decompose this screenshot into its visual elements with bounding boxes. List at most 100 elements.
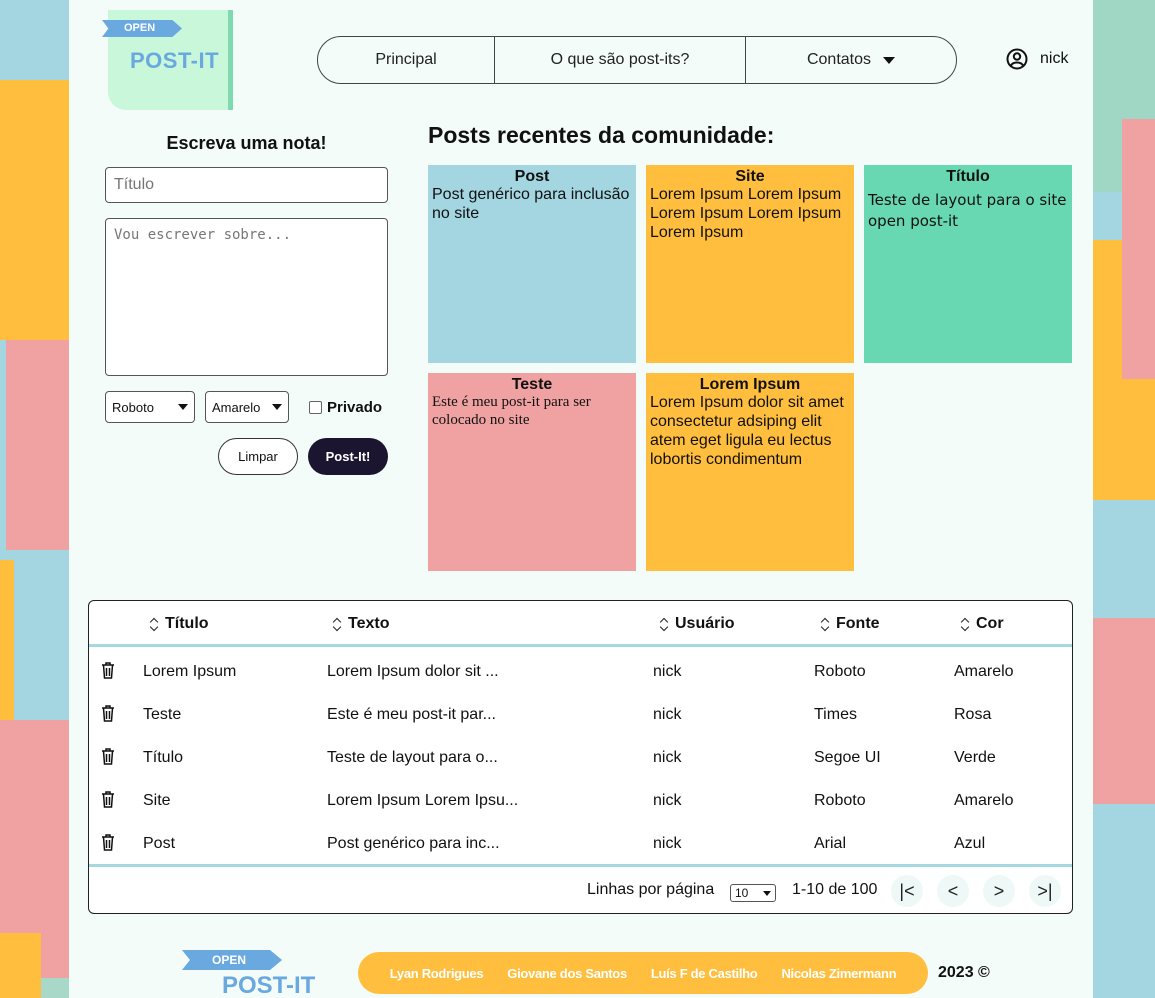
cell-font: Times	[814, 706, 857, 723]
title-input[interactable]	[105, 167, 388, 203]
chevron-down-icon	[763, 890, 771, 896]
postit-card[interactable]: Post Post genérico para inclusão no site	[428, 165, 636, 363]
chevron-down-icon	[178, 404, 188, 410]
private-label: Privado	[327, 399, 383, 416]
cell-color: Verde	[954, 749, 996, 766]
postit-card[interactable]: Teste Este é meu post-it para ser coloca…	[428, 373, 636, 571]
note-textarea[interactable]	[105, 218, 388, 376]
user-name: nick	[1040, 50, 1069, 67]
cell-font: Roboto	[814, 663, 866, 680]
trash-icon[interactable]	[101, 791, 115, 808]
trash-icon[interactable]	[101, 705, 115, 722]
first-page-button[interactable]: |<	[891, 875, 923, 907]
cell-title: Lorem Ipsum	[143, 663, 237, 680]
cell-user: nick	[653, 749, 682, 766]
footer-logo-ribbon: OPEN	[182, 950, 282, 970]
table-row: Site Lorem Ipsum Lorem Ipsu... nick Robo…	[89, 780, 1072, 823]
logo-ribbon: OPEN	[102, 20, 182, 37]
postit-body: Post genérico para inclusão no site	[432, 186, 630, 222]
color-select-value: Amarelo	[212, 399, 261, 415]
trash-icon[interactable]	[101, 834, 115, 851]
cell-title: Site	[143, 792, 171, 809]
private-checkbox[interactable]	[309, 401, 322, 414]
column-header-label: Usuário	[675, 615, 735, 632]
font-select[interactable]: Roboto	[105, 391, 195, 423]
sort-icon	[332, 616, 342, 632]
table-header: Título Texto Usuário Fonte Cor	[89, 601, 1072, 647]
author-name: Giovane dos Santos	[507, 965, 627, 981]
postit-title: Post	[514, 168, 550, 185]
rows-per-page-select[interactable]: 10	[730, 884, 776, 902]
bg-block	[41, 978, 69, 998]
bg-block	[0, 340, 6, 550]
cell-font: Roboto	[814, 792, 866, 809]
sort-icon	[820, 616, 830, 632]
bg-block	[1093, 618, 1155, 804]
cell-text: Lorem Ipsum dolor sit ...	[327, 663, 499, 680]
rows-per-page-value: 10	[735, 886, 749, 900]
postit-card[interactable]: Site Lorem Ipsum Lorem Ipsum Lorem Ipsum…	[646, 165, 854, 363]
pagination-range: 1-10 de 100	[792, 881, 878, 898]
column-header-user[interactable]: Usuário	[659, 615, 735, 633]
column-header-label: Cor	[976, 615, 1004, 632]
column-header-label: Texto	[348, 615, 390, 632]
prev-page-button[interactable]: <	[937, 875, 969, 907]
bg-block	[0, 933, 41, 998]
form-title: Escreva uma nota!	[166, 133, 327, 153]
user-circle-icon	[1006, 48, 1028, 70]
column-header-color[interactable]: Cor	[960, 615, 1004, 633]
trash-icon[interactable]	[101, 748, 115, 765]
nav-item-about[interactable]: O que são post-its?	[495, 37, 746, 83]
column-header-label: Fonte	[836, 615, 880, 632]
bg-block	[0, 340, 69, 550]
cell-user: nick	[653, 835, 682, 852]
column-header-text[interactable]: Texto	[332, 615, 389, 633]
cell-title: Post	[143, 835, 176, 852]
postit-card[interactable]: Título Teste de layout para o site open …	[864, 165, 1072, 363]
postit-card[interactable]: Lorem Ipsum Lorem Ipsum dolor sit amet c…	[646, 373, 854, 571]
caret-down-icon	[883, 56, 896, 64]
sort-icon	[659, 616, 669, 632]
footer-year: 2023 ©	[938, 964, 990, 981]
postit-body: Teste de layout para o site open post-it	[868, 191, 1067, 230]
table-row: Post Post genérico para inc... nick Aria…	[89, 823, 1072, 866]
postit-title: Teste	[511, 376, 553, 393]
site-logo[interactable]: OPEN POST-IT	[100, 10, 240, 110]
table-row: Título Teste de layout para o... nick Se…	[89, 737, 1072, 780]
footer-logo-word: POST-IT	[222, 972, 316, 998]
next-page-button[interactable]: >	[983, 875, 1015, 907]
postit-title: Título	[946, 168, 990, 185]
cell-color: Amarelo	[954, 663, 1014, 680]
last-page-button[interactable]: >|	[1029, 875, 1061, 907]
author-name: Luís F de Castilho	[650, 965, 758, 981]
cell-color: Azul	[954, 835, 986, 852]
table-pagination: Linhas por página 10 1-10 de 100 |< < > …	[89, 864, 1072, 914]
column-header-font[interactable]: Fonte	[820, 615, 880, 633]
nav-item-principal[interactable]: Principal	[318, 37, 495, 83]
footer-credits: Lyan Rodrigues Giovane dos Santos Luís F…	[358, 952, 928, 994]
posts-heading: Posts recentes da comunidade:	[428, 122, 775, 148]
table-row: Teste Este é meu post-it par... nick Tim…	[89, 694, 1072, 737]
color-select[interactable]: Amarelo	[205, 391, 289, 423]
cell-user: nick	[653, 663, 682, 680]
rows-per-page-label: Linhas por página	[587, 881, 715, 898]
bg-block	[0, 80, 69, 340]
bg-block	[1093, 804, 1155, 998]
font-select-value: Roboto	[112, 399, 154, 415]
cell-text: Teste de layout para o...	[327, 749, 498, 766]
nav-item-contacts[interactable]: Contatos	[746, 37, 956, 83]
bg-block	[1122, 119, 1155, 379]
nav-item-contacts-label: Contatos	[806, 51, 872, 68]
column-header-title[interactable]: Título	[149, 615, 209, 633]
bg-block	[0, 0, 69, 80]
private-toggle[interactable]: Privado	[309, 399, 382, 416]
footer-logo[interactable]: OPEN POST-IT	[182, 950, 342, 998]
clear-button[interactable]: Limpar	[218, 438, 298, 475]
trash-icon[interactable]	[101, 662, 115, 679]
cell-user: nick	[653, 792, 682, 809]
post-button[interactable]: Post-It!	[308, 438, 388, 475]
logo-word: POST-IT	[130, 48, 220, 73]
cell-text: Este é meu post-it par...	[327, 706, 496, 723]
user-menu[interactable]: nick	[1006, 48, 1068, 70]
cell-color: Rosa	[954, 706, 992, 723]
